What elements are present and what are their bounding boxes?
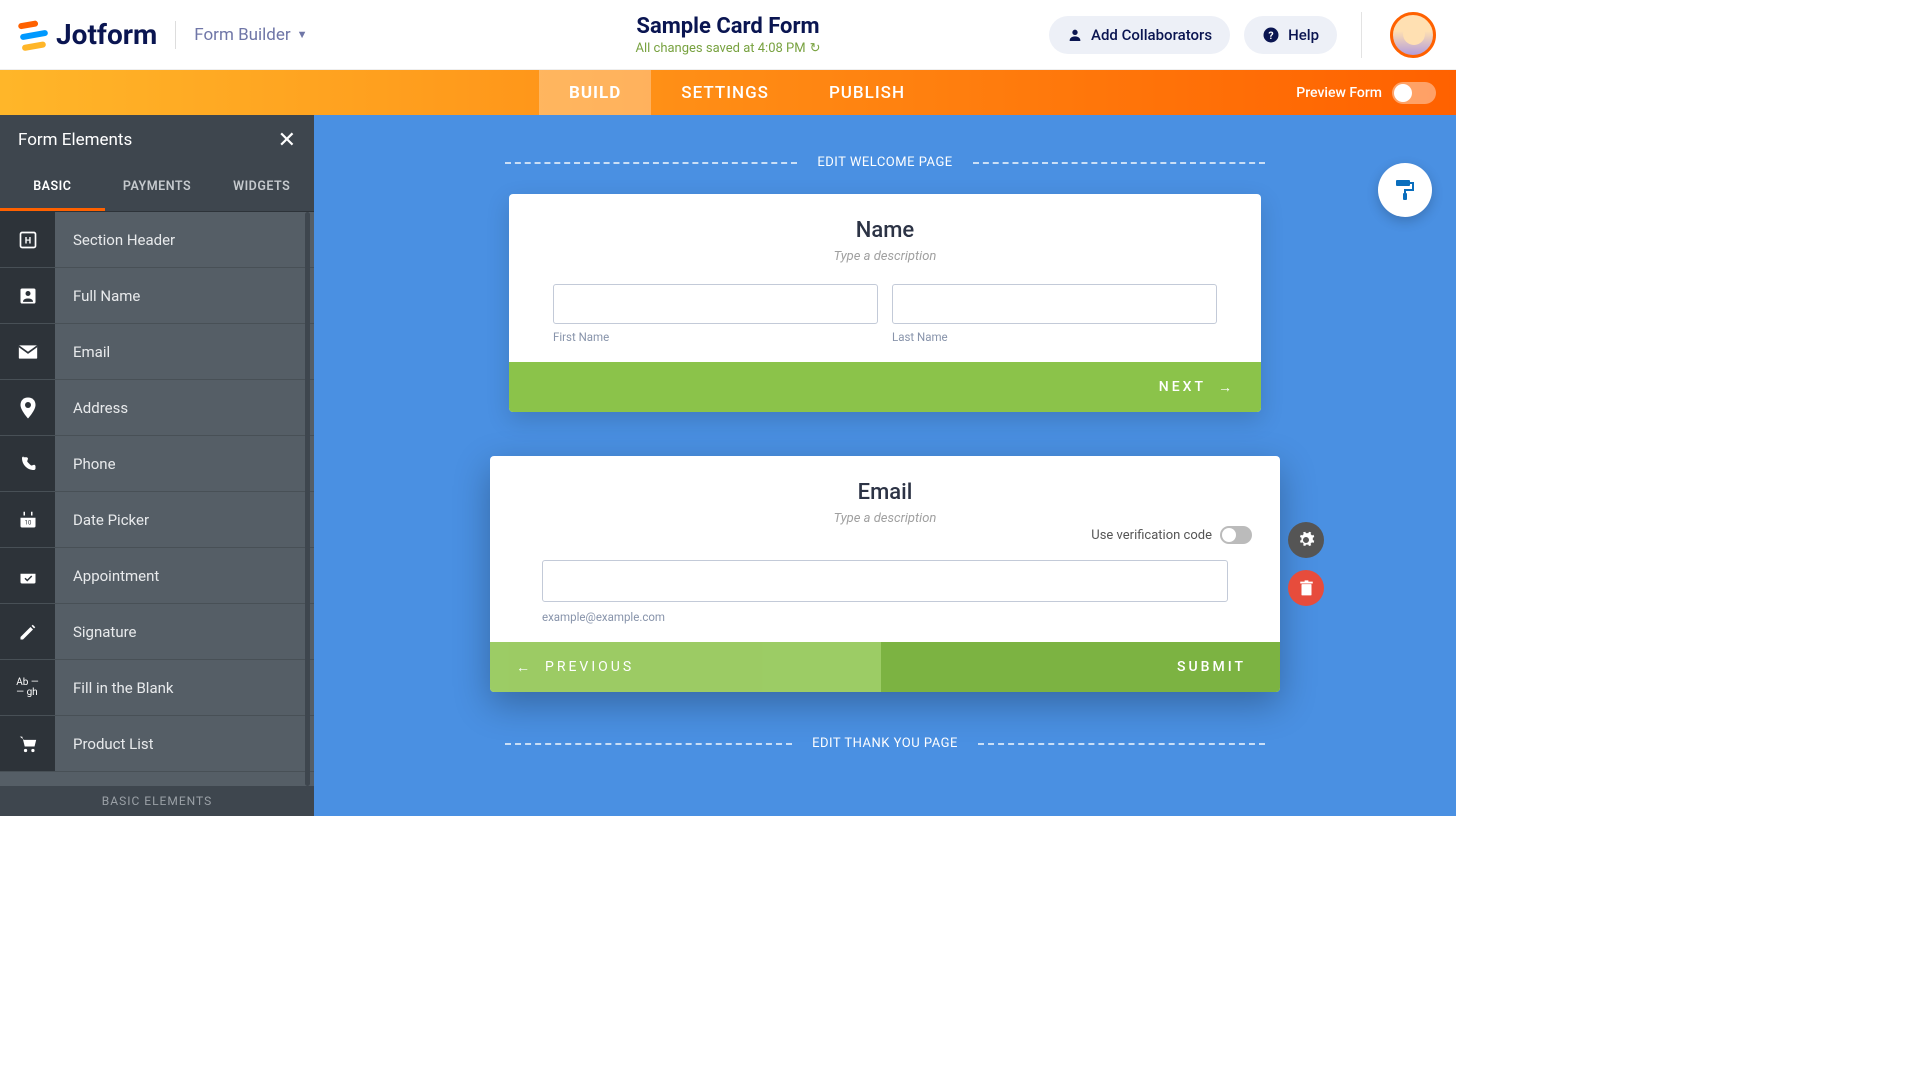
location-icon — [0, 380, 55, 435]
first-name-label: First Name — [553, 330, 878, 344]
card-name[interactable]: Name Type a description First Name Last … — [509, 194, 1261, 412]
element-appointment[interactable]: Appointment — [0, 548, 314, 604]
tab-settings[interactable]: SETTINGS — [651, 70, 799, 115]
calendar-icon: 10 — [0, 492, 55, 547]
divider — [1361, 12, 1362, 58]
help-icon: ? — [1262, 26, 1280, 44]
logo[interactable]: Jotform — [20, 18, 157, 51]
arrow-right-icon: → — [1218, 379, 1235, 396]
element-signature[interactable]: Signature — [0, 604, 314, 660]
logo-icon — [18, 18, 50, 50]
element-product-list[interactable]: Product List — [0, 716, 314, 772]
element-date-picker[interactable]: 10Date Picker — [0, 492, 314, 548]
appointment-icon — [0, 548, 55, 603]
sidebar: Form Elements ✕ BASIC PAYMENTS WIDGETS H… — [0, 115, 314, 816]
edit-thankyou-page[interactable]: EDIT THANK YOU PAGE — [505, 736, 1265, 751]
email-icon — [0, 324, 55, 379]
first-name-input[interactable] — [553, 284, 878, 324]
svg-text:10: 10 — [24, 519, 31, 526]
element-fill-blank[interactable]: Ab —— ghFill in the Blank — [0, 660, 314, 716]
refresh-icon: ↻ — [810, 41, 821, 56]
email-placeholder: example@example.com — [542, 610, 1228, 624]
trash-icon — [1299, 580, 1314, 597]
sidebar-footer: BASIC ELEMENTS — [0, 786, 314, 816]
close-icon[interactable]: ✕ — [278, 128, 296, 153]
top-bar: Jotform Form Builder ▼ Sample Card Form … — [0, 0, 1456, 70]
header-icon: H — [0, 212, 55, 267]
submit-button[interactable]: SUBMIT — [881, 642, 1280, 692]
svg-text:H: H — [24, 236, 30, 246]
element-section-header[interactable]: HSection Header — [0, 212, 314, 268]
add-collaborators-button[interactable]: Add Collaborators — [1049, 16, 1230, 54]
sidebar-tab-basic[interactable]: BASIC — [0, 165, 105, 211]
form-title[interactable]: Sample Card Form — [635, 14, 820, 39]
tab-publish[interactable]: PUBLISH — [799, 70, 935, 115]
tab-build[interactable]: BUILD — [539, 70, 651, 115]
cart-icon — [0, 716, 55, 771]
sidebar-title: Form Elements — [18, 130, 132, 150]
card-description[interactable]: Type a description — [553, 249, 1217, 264]
arrow-left-icon: ← — [516, 659, 533, 676]
card-settings-button[interactable] — [1288, 522, 1324, 558]
element-email[interactable]: Email — [0, 324, 314, 380]
canvas: EDIT WELCOME PAGE Name Type a descriptio… — [314, 115, 1456, 816]
card-description[interactable]: Type a description — [534, 511, 1236, 526]
elements-list: HSection Header Full Name Email Address … — [0, 212, 314, 786]
phone-icon — [0, 436, 55, 491]
avatar[interactable] — [1390, 12, 1436, 58]
help-button[interactable]: ? Help — [1244, 16, 1337, 54]
next-button[interactable]: NEXT → — [509, 362, 1261, 412]
element-full-name[interactable]: Full Name — [0, 268, 314, 324]
svg-text:?: ? — [1268, 28, 1273, 41]
signature-icon — [0, 604, 55, 659]
card-title[interactable]: Email — [534, 480, 1236, 505]
mode-tabs-bar: BUILD SETTINGS PUBLISH Preview Form — [0, 70, 1456, 115]
email-input[interactable] — [542, 560, 1228, 602]
verify-label: Use verification code — [1091, 528, 1212, 543]
save-status: All changes saved at 4:08 PM ↻ — [635, 41, 820, 56]
gear-icon — [1297, 531, 1315, 549]
sidebar-tab-widgets[interactable]: WIDGETS — [209, 165, 314, 211]
edit-welcome-page[interactable]: EDIT WELCOME PAGE — [505, 155, 1265, 170]
chevron-down-icon: ▼ — [297, 28, 308, 41]
divider — [175, 21, 176, 49]
fill-blank-icon: Ab —— gh — [0, 660, 55, 715]
previous-button[interactable]: ← PREVIOUS — [490, 642, 881, 692]
sidebar-tab-payments[interactable]: PAYMENTS — [105, 165, 210, 211]
element-phone[interactable]: Phone — [0, 436, 314, 492]
card-title[interactable]: Name — [553, 218, 1217, 243]
card-delete-button[interactable] — [1288, 570, 1324, 606]
user-icon — [1067, 27, 1083, 43]
form-title-block: Sample Card Form All changes saved at 4:… — [635, 14, 820, 56]
last-name-input[interactable] — [892, 284, 1217, 324]
last-name-label: Last Name — [892, 330, 1217, 344]
logo-text: Jotform — [56, 18, 157, 51]
form-builder-dropdown[interactable]: Form Builder ▼ — [194, 25, 307, 45]
verify-toggle[interactable] — [1220, 526, 1252, 544]
card-email[interactable]: Email Type a description Use verificatio… — [490, 456, 1280, 692]
preview-toggle[interactable] — [1392, 82, 1436, 104]
paint-roller-button[interactable] — [1378, 163, 1432, 217]
element-address[interactable]: Address — [0, 380, 314, 436]
preview-label: Preview Form — [1296, 85, 1382, 101]
person-icon — [0, 268, 55, 323]
